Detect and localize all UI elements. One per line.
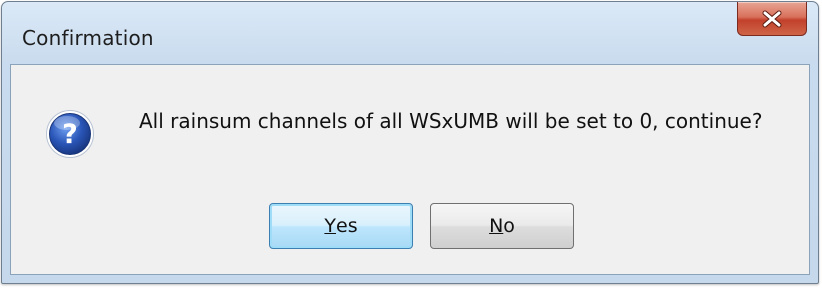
dialog-window: Confirmation ? All rainsum channels of a… <box>1 1 819 284</box>
no-accelerator: N <box>489 215 504 237</box>
question-icon: ? <box>46 110 94 158</box>
window-title: Confirmation <box>22 26 154 50</box>
no-label-rest: o <box>503 215 515 237</box>
yes-accelerator: Y <box>324 215 336 237</box>
yes-button[interactable]: Yes <box>269 203 413 249</box>
title-bar[interactable]: Confirmation <box>2 2 818 64</box>
dialog-content: ? All rainsum channels of all WSxUMB wil… <box>10 64 810 275</box>
close-icon <box>762 10 782 27</box>
svg-text:?: ? <box>62 119 78 150</box>
confirmation-message: All rainsum channels of all WSxUMB will … <box>139 109 763 133</box>
no-button[interactable]: No <box>430 203 574 249</box>
close-button[interactable] <box>737 2 807 36</box>
yes-label-rest: es <box>336 215 358 237</box>
